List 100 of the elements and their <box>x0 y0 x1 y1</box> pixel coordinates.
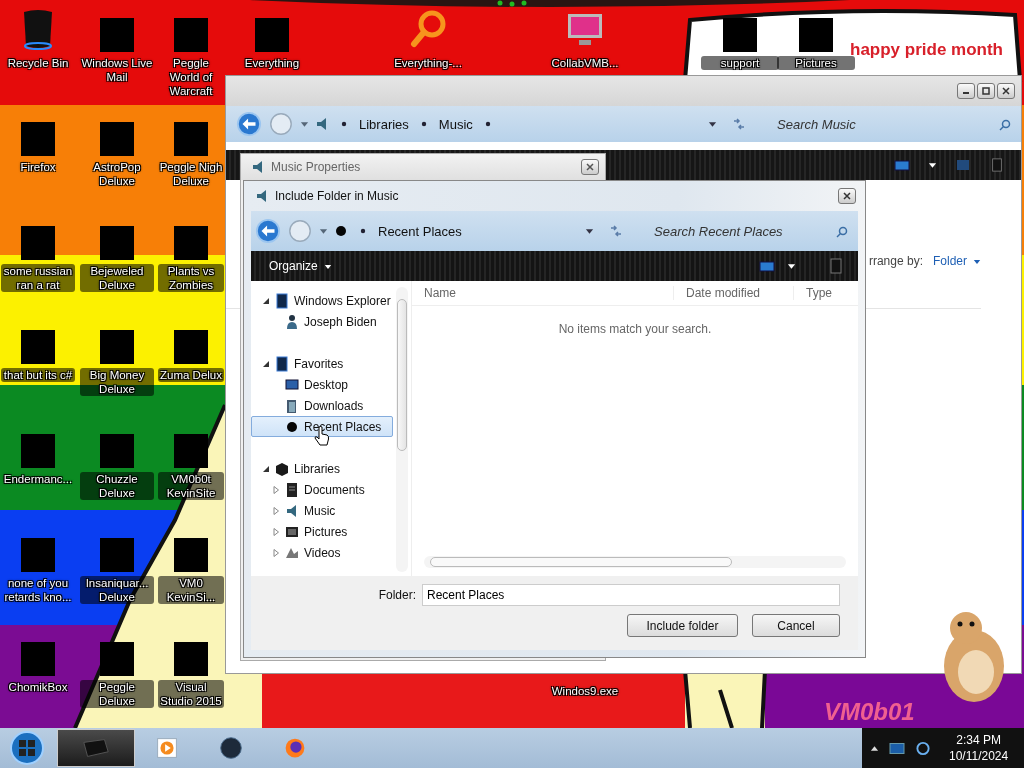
volume-icon[interactable] <box>915 740 931 756</box>
history-caret-icon[interactable] <box>319 227 328 235</box>
tree-item[interactable]: Music <box>251 500 393 521</box>
preview-pane-icon[interactable] <box>828 258 844 274</box>
desktop-icon-label[interactable]: Windows Live Mail <box>80 56 154 84</box>
close-button[interactable] <box>838 188 856 204</box>
desktop-icon-label[interactable]: VM0 KevinSi... <box>158 576 224 604</box>
history-caret-icon[interactable] <box>300 120 309 128</box>
device-icon <box>275 292 289 309</box>
expand-arrow-icon[interactable] <box>272 485 280 494</box>
collapse-arrow-icon[interactable] <box>262 464 270 473</box>
expand-arrow-icon[interactable] <box>272 527 280 536</box>
search-field[interactable]: Search Music <box>773 112 1013 136</box>
horizontal-scrollbar[interactable] <box>424 556 846 568</box>
view-caret-icon[interactable] <box>928 161 937 169</box>
column-header[interactable]: Name <box>412 286 673 300</box>
column-header[interactable]: Type <box>793 286 858 300</box>
back-button[interactable] <box>255 218 281 244</box>
back-button[interactable] <box>236 111 262 137</box>
desktop-icon-label[interactable]: Bejeweled Deluxe <box>80 264 154 292</box>
desktop-icon-label[interactable]: Plants vs Zombies <box>158 264 224 292</box>
search-icon[interactable] <box>836 225 848 238</box>
tree-item[interactable]: Videos <box>251 542 393 563</box>
tree-item[interactable]: Favorites <box>251 353 393 374</box>
desktop-icon-label[interactable]: CollabVMB... <box>546 56 624 70</box>
column-header[interactable]: Date modified <box>673 286 793 300</box>
tree-item[interactable]: Recent Places <box>251 416 393 437</box>
desktop-icon-label[interactable]: Peggle Deluxe <box>80 680 154 708</box>
maximize-button[interactable] <box>977 83 995 99</box>
refresh-icon[interactable] <box>608 224 624 238</box>
caret-icon <box>973 257 981 265</box>
collapse-arrow-icon[interactable] <box>262 359 270 368</box>
clock-date[interactable]: 10/11/2024 <box>949 748 1009 764</box>
breadcrumb-item[interactable]: Libraries <box>359 116 409 132</box>
box-icon <box>275 460 289 477</box>
folder-field[interactable]: Recent Places <box>422 584 840 606</box>
breadcrumb-separator-icon[interactable] <box>341 121 347 127</box>
tree-item[interactable]: Windows Explorer <box>251 290 393 311</box>
desktop-icon-label[interactable]: Everything-... <box>389 56 467 70</box>
view-icon[interactable] <box>759 259 775 273</box>
breadcrumb-item[interactable]: Recent Places <box>378 223 462 239</box>
dialog-button[interactable]: Cancel <box>752 614 840 637</box>
address-dropdown-icon[interactable] <box>585 227 594 235</box>
dot-icon <box>334 223 348 239</box>
taskbar-button[interactable] <box>57 729 135 767</box>
preview-pane-icon[interactable] <box>989 158 1005 172</box>
minimize-button[interactable] <box>957 83 975 99</box>
desktop-icon-label[interactable]: ChomikBox <box>1 680 75 694</box>
desktop-icon-label[interactable]: Insaniquar... Deluxe <box>80 576 154 604</box>
tree-item[interactable]: Joseph Biden <box>251 311 393 332</box>
clock-time[interactable]: 2:34 PM <box>956 732 1001 748</box>
desktop-icon-label[interactable]: Big Money Deluxe <box>80 368 154 396</box>
dialog-button[interactable]: Include folder <box>627 614 738 637</box>
breadcrumb-separator-icon[interactable] <box>360 228 366 234</box>
network-icon[interactable] <box>889 740 905 756</box>
close-icon <box>1000 86 1012 96</box>
collapse-arrow-icon[interactable] <box>262 296 270 305</box>
show-hidden-icons-icon[interactable] <box>870 744 879 752</box>
desktop-icon-label[interactable]: Peggle World of Warcraft <box>158 56 224 98</box>
vertical-scrollbar[interactable] <box>396 287 408 572</box>
desktop-icon-label[interactable]: none of you retards kno... <box>1 576 75 604</box>
desktop-icon-label[interactable]: some russian ran a rat <box>1 264 75 292</box>
close-button[interactable] <box>997 83 1015 99</box>
monitor-icon <box>285 376 299 393</box>
arrange-dropdown[interactable]: Folder <box>933 254 981 268</box>
refresh-icon[interactable] <box>731 117 747 131</box>
pane-icon[interactable] <box>955 158 971 172</box>
breadcrumb-separator-icon[interactable] <box>484 121 491 127</box>
person-icon <box>285 313 299 330</box>
view-caret-icon[interactable] <box>787 262 796 270</box>
tree-item[interactable]: Pictures <box>251 521 393 542</box>
organize-button[interactable]: Organize <box>263 256 338 276</box>
desktop-icon-label[interactable]: support <box>701 56 779 70</box>
start-button[interactable] <box>9 730 45 766</box>
breadcrumb-separator-icon[interactable] <box>420 121 427 127</box>
tree-item[interactable]: Libraries <box>251 458 393 479</box>
folder-label: Folder: <box>378 588 416 602</box>
speaker-icon <box>315 116 329 132</box>
search-icon[interactable] <box>999 118 1011 131</box>
desktop-icon-label[interactable]: Chuzzle Deluxe <box>80 472 154 500</box>
breadcrumb-item[interactable]: Music <box>438 116 473 132</box>
view-icon[interactable] <box>894 158 910 172</box>
expand-arrow-icon[interactable] <box>272 506 280 515</box>
close-button[interactable] <box>581 159 599 175</box>
desktop-icon-label[interactable]: Endermanc... <box>1 472 75 486</box>
search-field[interactable]: Search Recent Places <box>650 219 850 243</box>
tree-item[interactable]: Desktop <box>251 374 393 395</box>
tree-item[interactable]: Downloads <box>251 395 393 416</box>
address-dropdown-icon[interactable] <box>708 120 717 128</box>
desktop-icon-label[interactable]: Windos9.exe <box>546 684 624 698</box>
speaker-icon <box>285 502 299 519</box>
maximize-icon <box>980 86 992 96</box>
caret-icon <box>323 262 332 270</box>
speaker-icon <box>255 188 269 204</box>
expand-arrow-icon[interactable] <box>272 548 280 557</box>
desktop-icon-label[interactable]: Pictures <box>777 56 855 70</box>
tree-item[interactable]: Documents <box>251 479 393 500</box>
desktop-icon-label[interactable]: Everything <box>233 56 311 70</box>
desktop-icon-label[interactable]: Recycle Bin <box>1 56 75 70</box>
document-icon <box>285 481 299 498</box>
